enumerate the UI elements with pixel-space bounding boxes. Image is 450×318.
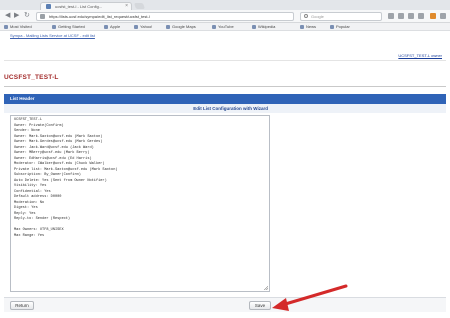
reload-icon[interactable]: ↻ [24, 12, 30, 20]
save-button[interactable]: Save [249, 301, 271, 310]
user-link[interactable]: UCSFST_TEST-L owner [398, 53, 442, 58]
download-icon[interactable] [408, 13, 414, 19]
bookmarks-icon[interactable] [398, 13, 404, 19]
bookmark-item[interactable]: Google Maps [166, 24, 196, 30]
return-button[interactable]: Return [10, 301, 34, 310]
config-line: Max Range: Yes [14, 233, 45, 238]
bookmark-icon [212, 25, 216, 29]
bookmarks-bar: Most Visited Getting Started Apple Yahoo… [0, 23, 450, 31]
browser-toolbar: ◀ ▶ ↻ https://lists.ucsf.edu/sympa/edit_… [0, 10, 450, 23]
search-input[interactable]: Google [300, 12, 382, 21]
divider [4, 60, 446, 61]
bookmark-item[interactable]: Most Visited [4, 24, 32, 30]
bookmark-item[interactable]: YouTube [212, 24, 234, 30]
bookmark-icon [252, 25, 256, 29]
bookmark-item[interactable]: Wikipedia [252, 24, 275, 30]
bookmark-icon [166, 25, 170, 29]
bookmark-item[interactable]: News [300, 24, 316, 30]
bookmark-icon [330, 25, 334, 29]
search-icon [304, 14, 308, 18]
site-favicon-icon [46, 4, 51, 9]
resize-handle-icon[interactable] [264, 286, 268, 290]
home-icon[interactable] [418, 13, 424, 19]
divider [4, 86, 446, 87]
close-tab-icon[interactable]: × [125, 3, 128, 10]
browser-tab-strip: ucsfst_test-l - List Config... × [0, 0, 450, 10]
page-top-area: Sympa - Mailing Lists Service at UCSF - … [0, 31, 450, 66]
bookmark-icon [4, 25, 8, 29]
url-text: https://lists.ucsf.edu/sympa/edit_list_r… [49, 14, 150, 19]
browser-tab[interactable]: ucsfst_test-l - List Config... × [40, 2, 132, 10]
bookmark-item[interactable]: Getting Started [52, 24, 85, 30]
extension-icon[interactable] [430, 13, 436, 19]
wizard-subheader: Edit List Configuration with Wizard [4, 104, 446, 113]
bookmark-icon [300, 25, 304, 29]
bookmark-item[interactable]: Apple [104, 24, 120, 30]
search-placeholder: Google [311, 14, 324, 19]
breadcrumb-link[interactable]: Sympa - Mailing Lists Service at UCSF - … [10, 33, 95, 38]
bookmark-icon [134, 25, 138, 29]
address-bar[interactable]: https://lists.ucsf.edu/sympa/edit_list_r… [36, 12, 294, 21]
menu-icon[interactable] [440, 13, 446, 19]
list-config-textarea[interactable]: UCSFST_TEST-L Owner: Private(Confirm) Se… [10, 115, 270, 292]
new-tab-button[interactable] [133, 3, 146, 9]
tab-title: ucsfst_test-l - List Config... [55, 4, 103, 9]
bookmark-icon [104, 25, 108, 29]
bookmark-item[interactable]: Yahoo! [134, 24, 152, 30]
forward-arrow-icon[interactable]: ▶ [14, 12, 19, 20]
wizard-title: Edit List Configuration with Wizard [193, 106, 268, 111]
section-header-bar: List Header [4, 94, 446, 104]
star-icon[interactable] [388, 13, 394, 19]
page-title: UCSFST_TEST-L [4, 74, 59, 81]
bookmark-item[interactable]: Popular [330, 24, 350, 30]
lock-icon [40, 14, 45, 19]
bookmark-icon [52, 25, 56, 29]
form-footer: Return Save [4, 297, 446, 312]
section-header-label: List Header [10, 96, 35, 101]
back-arrow-icon[interactable]: ◀ [5, 12, 10, 20]
